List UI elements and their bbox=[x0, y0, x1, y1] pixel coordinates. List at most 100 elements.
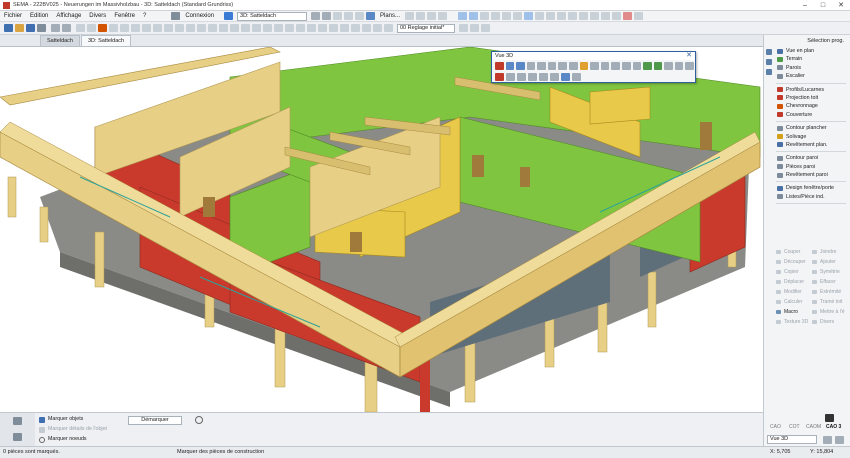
layer-icon-5[interactable] bbox=[120, 24, 129, 32]
tool-icon-5[interactable] bbox=[416, 12, 426, 20]
program-item-contour-paroi[interactable]: Contour paroi bbox=[764, 154, 850, 162]
view-rotate-icon[interactable] bbox=[537, 61, 546, 70]
hide-icon[interactable] bbox=[621, 61, 631, 70]
3d-viewport[interactable]: Vue 3D ✕ bbox=[0, 47, 763, 412]
cao-tab-caom[interactable]: CAOM bbox=[806, 424, 821, 430]
layer-icon-18[interactable] bbox=[263, 24, 272, 32]
tool-icon-6[interactable] bbox=[427, 12, 437, 20]
layer-icon-16[interactable] bbox=[241, 24, 250, 32]
tool-icon-20[interactable] bbox=[612, 12, 622, 20]
select-icon[interactable] bbox=[458, 12, 468, 20]
program-item-chevronnage[interactable]: Chevronnage bbox=[764, 102, 850, 110]
close-button[interactable]: ✕ bbox=[832, 0, 850, 11]
cao-tab-cao3[interactable]: CAO 3 bbox=[826, 424, 841, 430]
color-icon[interactable] bbox=[643, 61, 652, 70]
layer-icon-22[interactable] bbox=[307, 24, 316, 32]
tool-icon-1[interactable] bbox=[333, 12, 343, 20]
view-front-icon[interactable] bbox=[505, 61, 515, 70]
light-icon[interactable] bbox=[579, 61, 589, 70]
save-icon[interactable] bbox=[26, 24, 35, 32]
tool-icon-16[interactable] bbox=[568, 12, 578, 20]
edit-tool-texture-3d[interactable]: Texture 3D bbox=[776, 317, 812, 327]
view-iso-icon[interactable] bbox=[526, 61, 536, 70]
settings-3d-icon[interactable] bbox=[561, 72, 570, 81]
edit-tool-d-couper[interactable]: Découper bbox=[776, 257, 812, 267]
connexion-button[interactable]: Connexion bbox=[181, 13, 218, 19]
view-type-select[interactable]: Vue 3D bbox=[767, 435, 817, 444]
new-icon[interactable] bbox=[4, 24, 13, 32]
maximize-button[interactable]: □ bbox=[814, 0, 832, 11]
minimize-button[interactable]: – bbox=[796, 0, 814, 11]
menu-help[interactable]: ? bbox=[139, 13, 150, 19]
tool-icon-12[interactable] bbox=[524, 12, 534, 20]
tool-icon-11[interactable] bbox=[513, 12, 523, 20]
program-item-vue-en-plan[interactable]: Vue en plan bbox=[764, 47, 850, 55]
program-item-parois[interactable]: Parois bbox=[764, 64, 850, 72]
layer-icon-32[interactable] bbox=[481, 24, 490, 32]
tool-icon-18[interactable] bbox=[590, 12, 600, 20]
tool-icon-4[interactable] bbox=[405, 12, 415, 20]
tool-icon-8[interactable] bbox=[480, 12, 490, 20]
zoom-in-icon[interactable] bbox=[823, 436, 832, 444]
demarquer-button[interactable]: Démarquer bbox=[128, 416, 182, 425]
cao-tab-cot[interactable]: COT bbox=[789, 424, 800, 430]
find-icon[interactable] bbox=[195, 416, 203, 424]
mark-icon[interactable] bbox=[495, 72, 504, 81]
zoom-icon[interactable] bbox=[469, 12, 479, 20]
filter-icon[interactable] bbox=[572, 72, 581, 81]
tool-icon-2[interactable] bbox=[344, 12, 354, 20]
tab-3d-satteldach[interactable]: 3D: Satteldach bbox=[81, 35, 132, 46]
layer-view-icon[interactable] bbox=[517, 72, 526, 81]
cao-tab-cao[interactable]: CAO bbox=[770, 424, 781, 430]
layer-icon-15[interactable] bbox=[230, 24, 239, 32]
layer-icon-29[interactable] bbox=[384, 24, 393, 32]
view-selector[interactable]: 3D: Satteldach bbox=[237, 11, 308, 21]
layer-icon-12[interactable] bbox=[197, 24, 206, 32]
edit-tool-macro[interactable]: Macro bbox=[776, 307, 812, 317]
pin-icon[interactable] bbox=[13, 417, 22, 425]
program-item-projection-toit[interactable]: Projection toit bbox=[764, 94, 850, 102]
layer-icon-23[interactable] bbox=[318, 24, 327, 32]
layer-icon-21[interactable] bbox=[296, 24, 305, 32]
material-icon[interactable] bbox=[653, 61, 663, 70]
option-marquer-objets[interactable]: Marquer objets bbox=[38, 415, 83, 424]
edit-tool-ajouter[interactable]: Ajouter bbox=[812, 257, 848, 267]
render-icon[interactable] bbox=[600, 61, 610, 70]
view-pan-icon[interactable] bbox=[547, 61, 557, 70]
layer-icon-27[interactable] bbox=[362, 24, 371, 32]
layer-icon-2[interactable] bbox=[87, 24, 96, 32]
layer-icon-7[interactable] bbox=[142, 24, 151, 32]
layer-icon-31[interactable] bbox=[470, 24, 479, 32]
layer-icon-3[interactable] bbox=[98, 24, 107, 32]
tool-icon-10[interactable] bbox=[502, 12, 512, 20]
menu-affichage[interactable]: Affichage bbox=[52, 13, 85, 19]
edit-tool-divers[interactable]: Divers bbox=[812, 317, 848, 327]
edit-tool-mettre-l-[interactable]: Mettre à l'é bbox=[812, 307, 848, 317]
program-item-rev-tement-plan-[interactable]: Revêtement plan. bbox=[764, 141, 850, 149]
zoom-out-icon[interactable] bbox=[835, 436, 844, 444]
tab-satteldach[interactable]: Satteldach bbox=[40, 35, 80, 46]
edit-tool-tram-toit[interactable]: Tramé toit bbox=[812, 297, 848, 307]
measure-icon[interactable] bbox=[506, 72, 515, 81]
show-icon[interactable] bbox=[632, 61, 642, 70]
layer-icon-9[interactable] bbox=[164, 24, 173, 32]
camera-icon[interactable] bbox=[664, 61, 673, 70]
section-icon[interactable] bbox=[590, 61, 599, 70]
arrow-up-icon[interactable] bbox=[311, 12, 321, 20]
layer-icon-6[interactable] bbox=[131, 24, 140, 32]
view-fit-icon[interactable] bbox=[569, 61, 578, 70]
layer-icon-26[interactable] bbox=[351, 24, 360, 32]
plans-button[interactable]: Plans... bbox=[376, 13, 404, 19]
option-marquer-details[interactable]: Marquer détails de l'objet bbox=[38, 425, 107, 434]
layer-icon-24[interactable] bbox=[329, 24, 338, 32]
layer-icon-8[interactable] bbox=[153, 24, 162, 32]
clip-icon[interactable] bbox=[528, 72, 537, 81]
walk-icon[interactable] bbox=[550, 72, 559, 81]
export-icon[interactable] bbox=[685, 61, 694, 70]
menu-edition[interactable]: Edition bbox=[26, 13, 52, 19]
program-item-rev-tement-paroi[interactable]: Revêtement paroi bbox=[764, 171, 850, 179]
tool-icon-21[interactable] bbox=[623, 12, 633, 20]
tool-icon-7[interactable] bbox=[438, 12, 448, 20]
building-model[interactable] bbox=[0, 47, 763, 412]
program-item-solivage[interactable]: Solivage bbox=[764, 133, 850, 141]
